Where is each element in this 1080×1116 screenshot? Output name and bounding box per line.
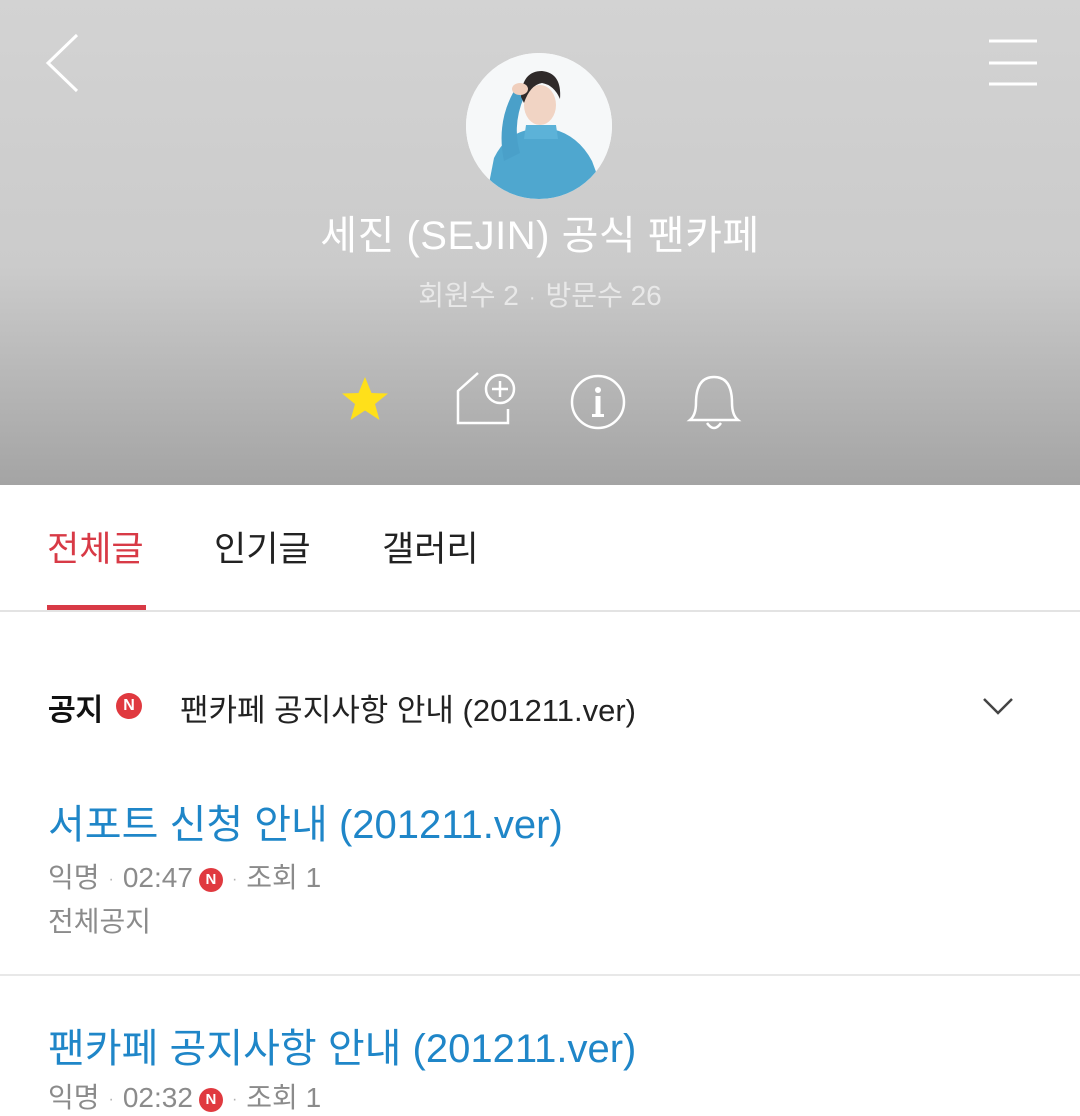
visit-count: 방문수 26 — [545, 280, 662, 311]
cafe-name: 세진 (SEJIN) 공식 팬카페 — [320, 214, 760, 258]
menu-icon — [989, 39, 1037, 86]
favorite-button[interactable] — [325, 365, 405, 440]
profile-photo — [466, 53, 612, 199]
star-icon — [342, 377, 388, 420]
notification-button[interactable] — [674, 365, 754, 440]
notice-label: 공지 — [48, 694, 104, 727]
active-tab-indicator — [47, 605, 146, 610]
cafe-actions — [0, 365, 1080, 440]
new-badge: N — [198, 867, 223, 892]
post-title[interactable]: 서포트 신청 안내 (201211.ver) — [48, 792, 563, 850]
separator-dot: · — [108, 1090, 114, 1108]
notice-row[interactable]: 공지 N 팬카페 공지사항 안내 (201211.ver) — [0, 675, 1080, 739]
separator-dot: · — [108, 870, 114, 888]
menu-button[interactable] — [985, 38, 1041, 88]
separator-dot: · — [528, 286, 536, 309]
home-add-icon — [456, 372, 516, 425]
cafe-info-button[interactable] — [558, 365, 638, 440]
post-time: 02:32 — [122, 1082, 193, 1113]
member-count: 회원수 2 — [418, 280, 519, 311]
post-meta: 익명 · 02:32 N · 조회 1 — [48, 1076, 321, 1116]
back-button[interactable] — [40, 30, 90, 100]
tab-gallery[interactable]: 갤러리 — [382, 525, 479, 575]
post-item[interactable]: 서포트 신청 안내 (201211.ver) 익명 · 02:47 N · 조회 1 전체… — [0, 780, 1080, 975]
post-author: 익명 — [48, 862, 100, 893]
tab-bar: 전체글 인기글 갤러리 — [0, 485, 1080, 612]
post-views: 조회 1 — [246, 1082, 322, 1113]
add-to-home-button[interactable] — [446, 365, 526, 440]
separator-dot: · — [231, 1090, 238, 1108]
post-author: 익명 — [48, 1082, 100, 1113]
new-badge: N — [116, 693, 142, 719]
notice-title[interactable]: 팬카페 공지사항 안내 (201211.ver) — [180, 685, 636, 730]
chevron-down-icon — [983, 698, 1013, 715]
post-category: 전체공지 — [48, 906, 152, 937]
new-badge: N — [198, 1087, 223, 1112]
tab-popular[interactable]: 인기글 — [214, 525, 311, 575]
post-meta: 익명 · 02:47 N · 조회 1 — [48, 856, 321, 896]
cafe-avatar[interactable] — [466, 53, 612, 199]
separator-dot: · — [231, 870, 238, 888]
tab-all-posts[interactable]: 전체글 — [47, 525, 144, 575]
post-item[interactable]: 팬카페 공지사항 안내 (201211.ver) 익명 · 02:32 N · 조회 1 — [0, 1004, 1080, 1113]
info-icon — [570, 374, 626, 430]
cafe-stats: 회원수 2 · 방문수 26 — [0, 276, 1080, 318]
back-arrow-icon — [45, 33, 79, 93]
post-views: 조회 1 — [246, 862, 322, 893]
cafe-header: 세진 (SEJIN) 공식 팬카페 회원수 2 · 방문수 26 — [0, 0, 1080, 485]
post-time: 02:47 — [122, 862, 193, 893]
expand-notice-button[interactable] — [980, 689, 1016, 725]
divider — [0, 974, 1080, 976]
bell-icon — [686, 375, 742, 430]
post-title[interactable]: 팬카페 공지사항 안내 (201211.ver) — [48, 1016, 636, 1074]
